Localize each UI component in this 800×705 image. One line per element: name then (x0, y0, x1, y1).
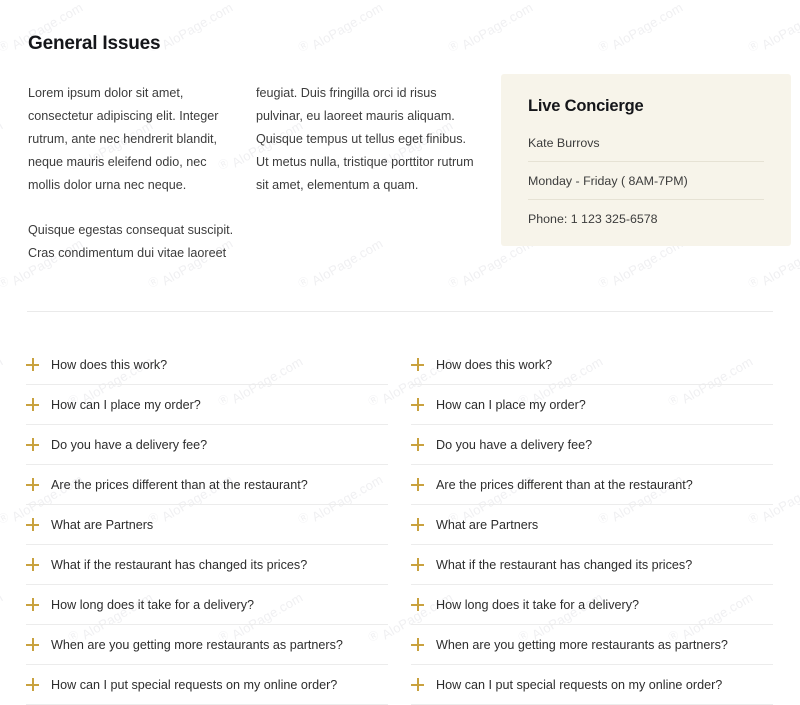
faq-item[interactable]: When are you getting more restaurants as… (411, 625, 773, 665)
faq-item[interactable]: Do you have a delivery fee? (26, 425, 388, 465)
faq-item[interactable]: What are Partners (411, 505, 773, 545)
plus-icon[interactable] (411, 558, 424, 571)
plus-icon[interactable] (411, 478, 424, 491)
plus-icon[interactable] (411, 438, 424, 451)
faq-item[interactable]: How can I put special requests on my onl… (411, 665, 773, 705)
faq-item-label: How can I place my order? (51, 397, 201, 412)
plus-icon[interactable] (26, 678, 39, 691)
faq-item-label: Do you have a delivery fee? (51, 437, 208, 452)
faq-item[interactable]: Are the prices different than at the res… (26, 465, 388, 505)
concierge-agent-name: Kate Burrovs (528, 134, 764, 162)
intro-paragraph: Lorem ipsum dolor sit amet, consectetur … (28, 86, 219, 192)
faq-item-label: How does this work? (51, 357, 168, 372)
faq-item[interactable]: How can I put special requests on my onl… (26, 665, 388, 705)
faq-item[interactable]: What if the restaurant has changed its p… (26, 545, 388, 585)
faq-section: How does this work? How can I place my or… (0, 312, 800, 705)
faq-item[interactable]: What are Partners (26, 505, 388, 545)
concierge-wrapper: Live Concierge Kate Burrovs Monday - Fri… (501, 74, 791, 254)
faq-item-label: When are you getting more restaurants as… (436, 637, 728, 652)
concierge-title: Live Concierge (528, 97, 644, 115)
plus-icon[interactable] (26, 558, 39, 571)
faq-item[interactable]: How long does it take for a delivery? (26, 585, 388, 625)
faq-item[interactable]: How does this work? (26, 345, 388, 385)
faq-item-label: What are Partners (436, 517, 539, 532)
faq-item[interactable]: What if the restaurant has changed its p… (411, 545, 773, 585)
intro-column-two: feugiat. Duis fringilla orci id risus pu… (234, 82, 478, 197)
intro-paragraph: Quisque egestas consequat suscipit. Cras… (28, 223, 234, 260)
intro-paragraph: feugiat. Duis fringilla orci id risus pu… (256, 86, 474, 192)
faq-item-label: Are the prices different than at the res… (436, 477, 693, 492)
plus-icon[interactable] (411, 358, 424, 371)
plus-icon[interactable] (26, 398, 39, 411)
faq-item-label: How can I put special requests on my onl… (51, 677, 338, 692)
plus-icon[interactable] (26, 478, 39, 491)
faq-item-label: How can I put special requests on my onl… (436, 677, 723, 692)
faq-item-label: How does this work? (436, 357, 553, 372)
faq-column-left: How does this work? How can I place my or… (26, 345, 388, 705)
faq-item[interactable]: When are you getting more restaurants as… (26, 625, 388, 665)
plus-icon[interactable] (411, 678, 424, 691)
faq-item[interactable]: Do you have a delivery fee? (411, 425, 773, 465)
faq-item-label: When are you getting more restaurants as… (51, 637, 343, 652)
faq-item[interactable]: How can I place my order? (26, 385, 388, 425)
faq-item[interactable]: How long does it take for a delivery? (411, 585, 773, 625)
plus-icon[interactable] (26, 638, 39, 651)
faq-item-label: What if the restaurant has changed its p… (51, 557, 308, 572)
faq-item-label: How can I place my order? (436, 397, 586, 412)
live-concierge-card: Live Concierge Kate Burrovs Monday - Fri… (501, 74, 791, 246)
faq-item[interactable]: How can I place my order? (411, 385, 773, 425)
page-title: General Issues (28, 33, 161, 54)
concierge-phone: Phone: 1 123 325-6578 (528, 212, 658, 226)
plus-icon[interactable] (411, 518, 424, 531)
plus-icon[interactable] (411, 398, 424, 411)
plus-icon[interactable] (411, 638, 424, 651)
faq-column-right: How does this work? How can I place my or… (411, 345, 773, 705)
page-content: General Issues Lorem ipsum dolor sit ame… (0, 0, 800, 705)
faq-item-label: Do you have a delivery fee? (436, 437, 593, 452)
plus-icon[interactable] (411, 598, 424, 611)
faq-item-label: What if the restaurant has changed its p… (436, 557, 693, 572)
plus-icon[interactable] (26, 598, 39, 611)
plus-icon[interactable] (26, 358, 39, 371)
faq-item-label: What are Partners (51, 517, 154, 532)
faq-item[interactable]: How does this work? (411, 345, 773, 385)
faq-item[interactable]: Are the prices different than at the res… (411, 465, 773, 505)
intro-column-one: Lorem ipsum dolor sit amet, consectetur … (0, 82, 234, 265)
faq-item-label: How long does it take for a delivery? (51, 597, 255, 612)
faq-item-label: How long does it take for a delivery? (436, 597, 640, 612)
intro-section: Lorem ipsum dolor sit amet, consectetur … (0, 55, 800, 265)
plus-icon[interactable] (26, 518, 39, 531)
faq-item-label: Are the prices different than at the res… (51, 477, 308, 492)
plus-icon[interactable] (26, 438, 39, 451)
concierge-hours: Monday - Friday ( 8AM-7PM) (528, 172, 764, 200)
